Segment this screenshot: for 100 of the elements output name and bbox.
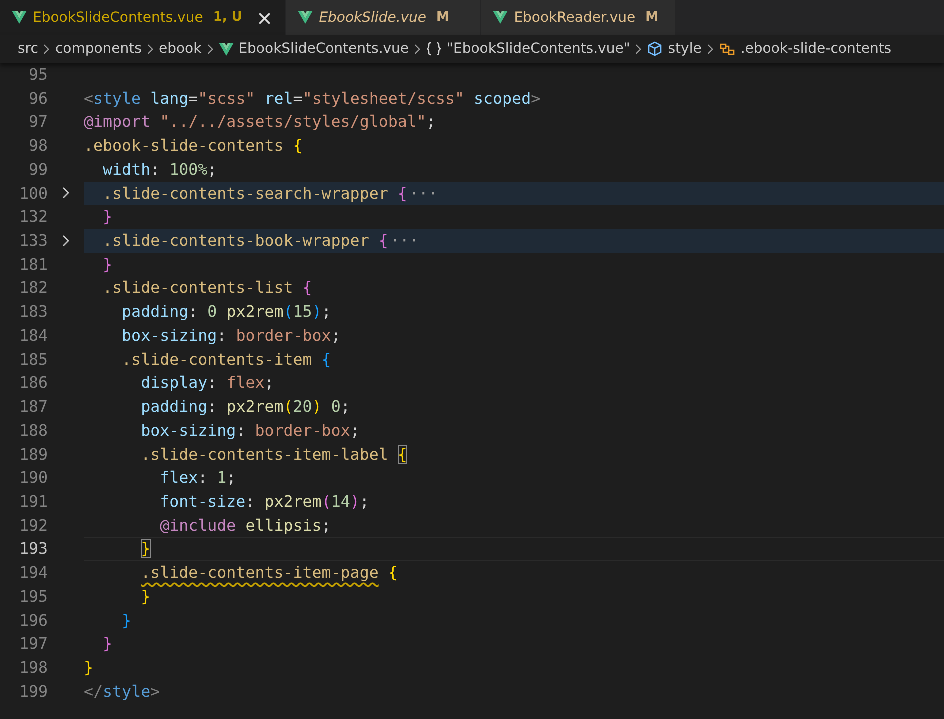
code-token: style	[94, 88, 142, 108]
code-token: border-box	[236, 326, 332, 345]
close-icon[interactable]: ×	[256, 8, 274, 28]
line-number: 96	[28, 88, 48, 110]
code-bracket: }	[141, 586, 151, 606]
breadcrumb-item[interactable]: components	[55, 41, 142, 57]
line-number: 132	[18, 206, 48, 228]
code-token: .slide-contents-list	[103, 278, 294, 298]
line-number: 192	[18, 514, 48, 537]
chevron-right-icon	[206, 44, 214, 54]
line-number: 193	[18, 538, 48, 560]
code-bracket: }	[103, 254, 113, 274]
code-token: ;	[322, 302, 332, 322]
code-token: .slide-contents-item-label	[141, 444, 390, 464]
breadcrumb-item[interactable]: .ebook-slide-contents	[718, 41, 892, 57]
code-bracket: )	[312, 397, 322, 416]
code-token: 15	[293, 302, 312, 322]
code-token: >	[531, 88, 541, 108]
git-status-label: 1, U	[213, 10, 242, 25]
line-number: 97	[28, 111, 48, 134]
code-bracket: }	[141, 539, 151, 558]
breadcrumb-item[interactable]: "EbookSlideContents.vue"	[426, 41, 630, 57]
code-token: ellipsis	[246, 516, 322, 535]
code-bracket: (	[284, 397, 294, 416]
code-token: rel	[264, 88, 294, 108]
editor-tab[interactable]: EbookReader.vue M	[481, 0, 676, 35]
vue-logo-icon	[298, 11, 314, 24]
line-number: 183	[18, 301, 48, 324]
code-token: ;	[350, 420, 360, 440]
code-token: 14	[331, 492, 350, 511]
git-status-label: M	[646, 10, 659, 25]
code-bracket: }	[103, 207, 113, 226]
chevron-right-icon	[146, 44, 154, 54]
code-token: 20	[293, 397, 312, 416]
code-token: 1	[217, 468, 227, 488]
line-number: 95	[28, 64, 48, 86]
code-token: px2rem	[226, 302, 284, 322]
line-number: 187	[18, 396, 48, 418]
line-number: 99	[28, 158, 48, 181]
fold-chevron-icon[interactable]	[62, 234, 70, 247]
folded-ellipsis: ···	[408, 184, 438, 203]
braces-icon	[426, 42, 442, 56]
line-number: 186	[18, 372, 48, 394]
fold-chevron-icon[interactable]	[62, 187, 70, 200]
code-bracket: {	[322, 350, 332, 369]
code-bracket: {	[293, 136, 303, 156]
code-bracket: {	[378, 231, 388, 250]
code-token: display	[141, 373, 208, 392]
code-bracket: )	[312, 302, 322, 322]
code-token: "stylesheet/scss"	[302, 88, 464, 108]
code-token: :	[246, 492, 256, 511]
code-token: ;	[208, 160, 218, 179]
code-token: ;	[360, 492, 370, 511]
line-number: 181	[18, 254, 48, 276]
code-token: :	[150, 160, 162, 179]
line-number: 185	[18, 348, 48, 371]
chevron-right-icon	[635, 44, 642, 54]
code-token: 0	[331, 397, 341, 416]
code-token: ;	[331, 326, 341, 345]
vue-logo-icon	[12, 11, 27, 24]
line-number: 188	[18, 420, 48, 442]
code-token: px2rem	[226, 397, 284, 416]
code-bracket: )	[350, 492, 360, 511]
vue-logo-icon	[218, 42, 234, 56]
code-token: ;	[264, 373, 274, 392]
code-token: flex	[160, 468, 198, 488]
code-token: ;	[340, 397, 350, 416]
chevron-right-icon	[43, 44, 50, 54]
code-token: box-sizing	[122, 326, 218, 345]
breadcrumb-item[interactable]: EbookSlideContents.vue	[218, 41, 410, 57]
line-number: 195	[18, 586, 48, 608]
editor-tab[interactable]: EbookSlideContents.vue 1, U ×	[0, 0, 286, 35]
line-number: 199	[18, 680, 48, 703]
line-number: 182	[18, 277, 48, 300]
code-token: 100%	[170, 160, 208, 179]
code-token: box-sizing	[141, 420, 236, 440]
code-token: ;	[322, 516, 332, 535]
line-number: 189	[18, 444, 48, 466]
code-token: .ebook-slide-contents	[84, 136, 285, 156]
line-number: 133	[18, 230, 48, 252]
code-bracket: }	[84, 658, 94, 677]
code-token: px2rem	[264, 492, 322, 511]
code-token: .slide-contents-item	[122, 350, 314, 369]
breadcrumb-item[interactable]: ebook	[158, 41, 202, 57]
code-token: .slide-contents-book-wrapper	[103, 231, 370, 250]
line-number: 100	[18, 182, 48, 205]
code-token: "scss"	[198, 88, 256, 108]
editor-tab[interactable]: EbookSlide.vue M	[286, 0, 482, 35]
code-token: :	[208, 373, 218, 392]
code-token: <	[84, 88, 94, 108]
breadcrumb-item[interactable]: style	[647, 41, 702, 57]
code-token: ;	[426, 112, 436, 132]
code-token: .slide-contents-item-page	[141, 563, 379, 582]
code-token: style	[103, 682, 151, 701]
code-token: lang	[150, 88, 189, 108]
code-token: :	[217, 326, 228, 345]
line-number: 197	[18, 633, 48, 656]
code-token: </	[84, 682, 104, 701]
breadcrumb-item[interactable]: src	[18, 41, 38, 57]
code-token: 0	[208, 302, 218, 322]
